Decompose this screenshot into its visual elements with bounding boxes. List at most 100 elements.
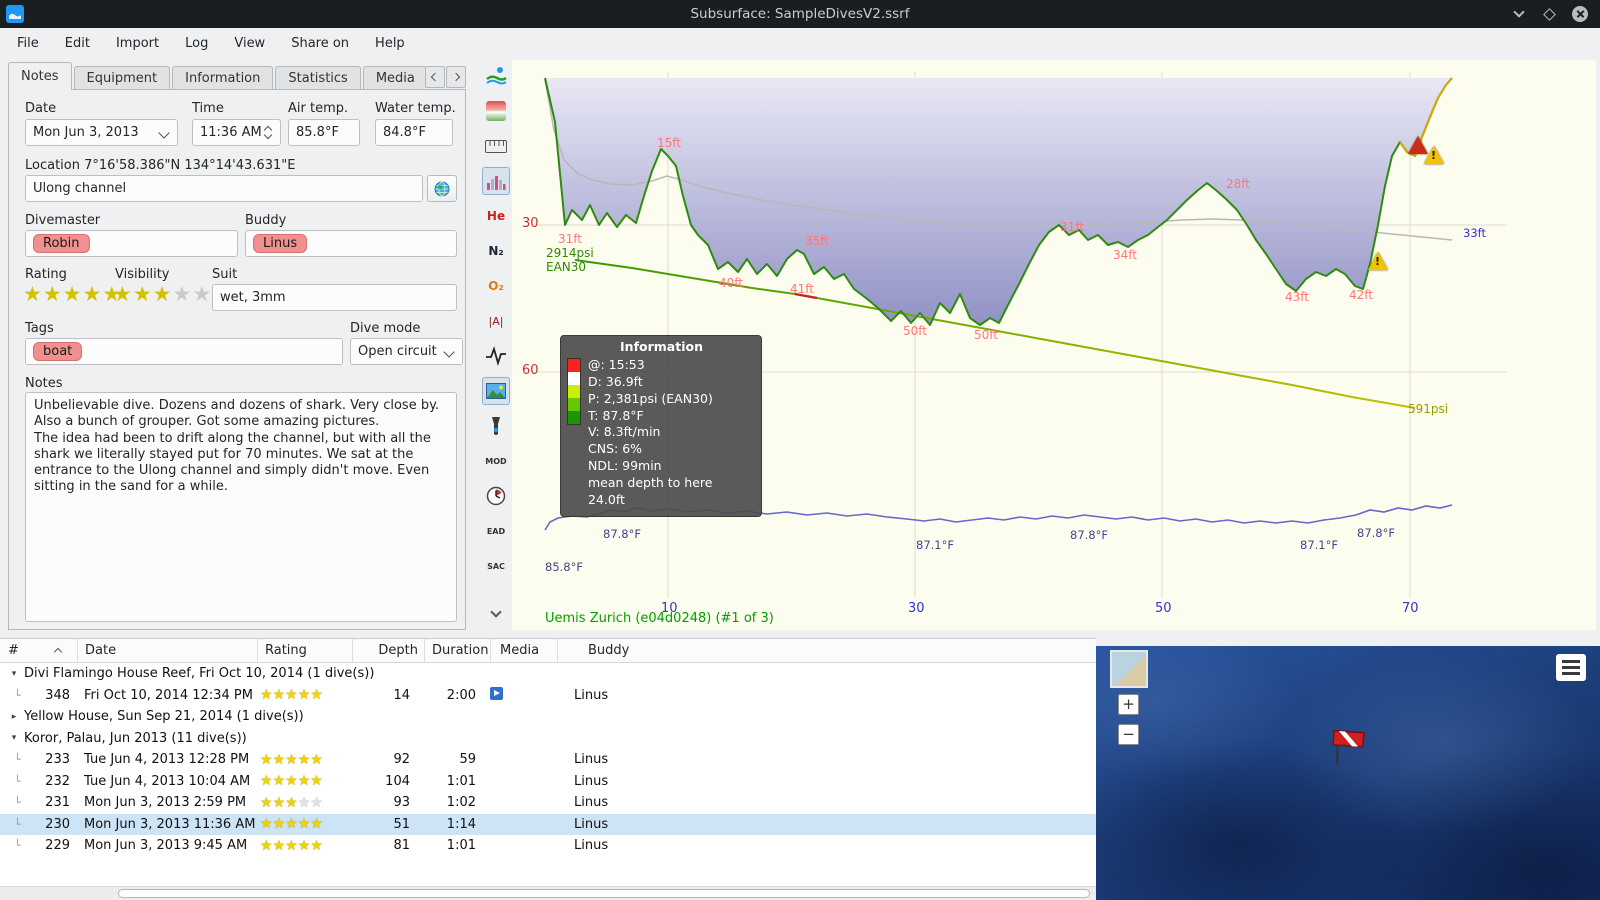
air-temp-input[interactable]: 85.8°F	[288, 119, 360, 146]
location-input[interactable]: Ulong channel	[25, 175, 423, 202]
time-input[interactable]: 11:36 AM	[192, 119, 281, 146]
visibility-stars[interactable]: ★ ★ ★ ★ ★	[113, 282, 211, 306]
trip-label: Divi Flamingo House Reef, Fri Oct 10, 20…	[24, 666, 375, 682]
column-header-buddy[interactable]: Buddy	[558, 639, 1096, 662]
photos-toggle-icon[interactable]	[482, 377, 510, 405]
dive-row[interactable]: └ 230 Mon Jun 3, 2013 11:36 AM ★ ★ ★ ★ ★ 51 1:14 L…	[0, 813, 1096, 835]
star-icon[interactable]: ★	[192, 282, 211, 306]
column-header-media[interactable]: Media	[491, 639, 558, 662]
dive-row[interactable]: └ 233 Tue Jun 4, 2013 12:28 PM ★ ★ ★ ★ ★ 92 59 Lin…	[0, 749, 1096, 771]
tags-input[interactable]: boat	[25, 338, 343, 365]
gas-switch-icon[interactable]	[482, 412, 510, 440]
dive-profile-chart[interactable]: 30 60 10 30 50 70 31ft 2914psi EAN30 15ft 40ft 41ft…	[512, 60, 1596, 630]
tree-branch-icon: └	[14, 839, 21, 853]
dive-buddy: Linus	[574, 752, 609, 768]
column-header-number[interactable]: #	[0, 639, 78, 662]
menu-log[interactable]: Log	[172, 31, 221, 56]
maximize-button[interactable]	[1543, 7, 1556, 21]
collapse-icon[interactable]: ▾	[7, 669, 21, 679]
scrollbar-thumb[interactable]	[118, 889, 1090, 898]
he-partial-pressure-toggle[interactable]: He	[482, 202, 510, 230]
dive-row[interactable]: └ 229 Mon Jun 3, 2013 9:45 AM ★ ★ ★ ★ ★ 81 1:01 Li…	[0, 835, 1096, 857]
star-icon[interactable]: ★	[63, 282, 82, 306]
dive-number: 231	[45, 795, 70, 811]
trip-row[interactable]: ▸ Yellow House, Sun Sep 21, 2014 (1 dive(…	[0, 706, 1096, 728]
suit-input[interactable]: wet, 3mm	[212, 284, 457, 311]
tab-media[interactable]: Media	[362, 66, 425, 90]
sac-toggle[interactable]: SAC	[482, 552, 510, 580]
menu-share-on[interactable]: Share on	[278, 31, 362, 56]
buddy-input[interactable]: Linus	[245, 230, 457, 257]
ruler-icon[interactable]	[482, 132, 510, 160]
map-menu-button[interactable]	[1556, 654, 1586, 681]
map-thumbnail[interactable]	[1110, 650, 1148, 688]
water-temp-input[interactable]: 84.8°F	[375, 119, 453, 146]
menu-view[interactable]: View	[221, 31, 278, 56]
heartrate-toggle-icon[interactable]	[482, 342, 510, 370]
dive-row[interactable]: └ 348 Fri Oct 10, 2014 12:34 PM ★ ★ ★ ★ ★ 14 2:00…	[0, 685, 1096, 707]
dive-site-marker[interactable]	[1327, 721, 1372, 766]
info-line: P: 2,381psi (EAN30)	[588, 390, 713, 406]
date-select[interactable]: Mon Jun 3, 2013	[25, 119, 178, 146]
toolbar-scroll-down-icon[interactable]	[482, 598, 510, 626]
notes-textarea[interactable]: Unbelievable dive. Dozens and dozens of …	[25, 392, 457, 622]
column-header-rating[interactable]: Rating	[258, 639, 353, 662]
dive-depth: 92	[393, 752, 410, 768]
air-toggle[interactable]: |A|	[482, 307, 510, 335]
star-icon[interactable]: ★	[113, 282, 132, 306]
trip-row[interactable]: ▾ Koror, Palau, Jun 2013 (11 dive(s))	[0, 728, 1096, 750]
dive-duration: 1:01	[446, 773, 476, 789]
dive-date: Fri Oct 10, 2014 12:34 PM	[84, 687, 253, 703]
tab-notes[interactable]: Notes	[8, 62, 72, 90]
menu-edit[interactable]: Edit	[52, 31, 103, 56]
star-icon[interactable]: ★	[82, 282, 101, 306]
star-icon[interactable]: ★	[153, 282, 172, 306]
dive-list-header: # Date Rating Depth Duration Media Buddy	[0, 639, 1096, 663]
tab-information[interactable]: Information	[172, 66, 274, 90]
tab-scroll-left-button[interactable]	[425, 66, 445, 88]
column-header-duration[interactable]: Duration	[425, 639, 491, 662]
info-line: mean depth to here 24.0ft	[588, 475, 713, 507]
media-icon[interactable]	[490, 686, 503, 700]
dive-mode-select[interactable]: Open circuit	[350, 338, 463, 365]
dive-row[interactable]: └ 231 Mon Jun 3, 2013 2:59 PM ★ ★ ★ ★ ★ 93 1:02 Li…	[0, 792, 1096, 814]
n2-partial-pressure-toggle[interactable]: N₂	[482, 237, 510, 265]
menu-help[interactable]: Help	[362, 31, 418, 56]
horizontal-scrollbar[interactable]	[0, 886, 1096, 900]
tab-statistics[interactable]: Statistics	[275, 66, 361, 90]
collapse-icon[interactable]: ▾	[7, 733, 21, 743]
ead-toggle[interactable]: EAD	[482, 517, 510, 545]
tab-scroll-right-button[interactable]	[446, 66, 466, 88]
star-icon[interactable]: ★	[133, 282, 152, 306]
star-icon[interactable]: ★	[172, 282, 191, 306]
tissue-graph-toggle-icon[interactable]	[482, 167, 510, 195]
o2-partial-pressure-toggle[interactable]: O₂	[482, 272, 510, 300]
menu-file[interactable]: File	[4, 31, 52, 56]
menu-import[interactable]: Import	[103, 31, 172, 56]
column-header-depth[interactable]: Depth	[353, 639, 425, 662]
time-label: Time	[192, 101, 224, 116]
divemaster-input[interactable]: Robin	[25, 230, 238, 257]
dive-duration: 2:00	[446, 687, 476, 703]
close-button[interactable]	[1572, 6, 1588, 22]
trip-row[interactable]: ▾ Divi Flamingo House Reef, Fri Oct 10, 2…	[0, 663, 1096, 685]
column-header-date[interactable]: Date	[78, 639, 258, 662]
star-icon[interactable]: ★	[23, 282, 42, 306]
tab-equipment[interactable]: Equipment	[73, 66, 171, 90]
star-icon[interactable]: ★	[43, 282, 62, 306]
map-zoom-in-button[interactable]: +	[1118, 694, 1139, 715]
map-panel[interactable]: + −	[1096, 646, 1600, 900]
expand-icon[interactable]: ▸	[7, 712, 21, 722]
map-zoom-out-button[interactable]: −	[1118, 724, 1139, 745]
menubar: File Edit Import Log View Share on Help	[0, 28, 1600, 58]
profile-info-box: Information @: 15:53 D: 36.9ft P: 2,381psi…	[560, 335, 762, 517]
buddy-label: Buddy	[245, 213, 287, 228]
mod-toggle[interactable]: MOD	[482, 447, 510, 475]
location-map-button[interactable]	[427, 175, 457, 202]
shade-button[interactable]	[1511, 6, 1527, 22]
dive-row[interactable]: └ 232 Tue Jun 4, 2013 10:04 AM ★ ★ ★ ★ ★ 104 1:01…	[0, 771, 1096, 793]
rating-stars[interactable]: ★ ★ ★ ★ ★	[23, 282, 121, 306]
ceiling-toggle-icon[interactable]	[482, 97, 510, 125]
dive-mode-icon[interactable]	[482, 62, 510, 90]
ndl-tts-clock-icon[interactable]	[482, 482, 510, 510]
